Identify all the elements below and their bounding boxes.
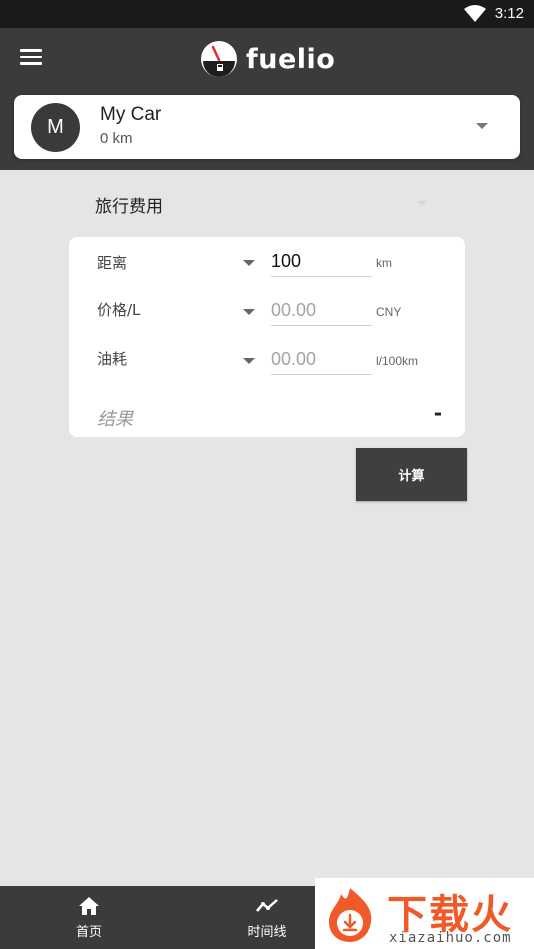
status-bar: 3:12 [0, 0, 534, 28]
car-selector[interactable]: M My Car 0 km [14, 95, 520, 159]
hamburger-menu-icon[interactable] [18, 45, 44, 69]
car-name: My Car [100, 104, 162, 125]
price-unit-dropdown-icon[interactable] [243, 309, 255, 315]
home-icon [79, 897, 99, 915]
fuel-gauge-icon [201, 41, 237, 77]
app-logo: fuelio [200, 40, 335, 78]
distance-label: 距离 [97, 254, 128, 272]
section-title: 旅行费用 [95, 197, 163, 217]
nav-home[interactable]: 首页 [58, 886, 120, 949]
consumption-unit-dropdown-icon[interactable] [243, 358, 255, 364]
consumption-input[interactable] [271, 345, 372, 375]
distance-unit: km [376, 256, 392, 270]
nav-timeline[interactable]: 时间线 [236, 886, 298, 949]
result-label: 结果 [97, 409, 133, 430]
wifi-icon [464, 5, 486, 22]
nav-timeline-label: 时间线 [247, 925, 287, 940]
brand-name: fuelio [246, 43, 336, 75]
status-time: 3:12 [494, 5, 524, 22]
timeline-icon [256, 899, 278, 912]
distance-unit-dropdown-icon[interactable] [243, 260, 255, 266]
car-odometer: 0 km [100, 130, 133, 147]
distance-input[interactable] [271, 247, 372, 277]
watermark: 下载火 xiazaihuo.com [315, 878, 534, 949]
price-label: 价格/L [97, 301, 141, 319]
price-input[interactable] [271, 296, 372, 326]
calculate-button[interactable]: 计算 [356, 448, 467, 501]
calculator-card: 距离 km 价格/L CNY 油耗 l/100km 结果 - [69, 237, 465, 437]
watermark-url: xiazaihuo.com [389, 930, 512, 946]
result-value: - [433, 401, 442, 425]
consumption-unit: l/100km [376, 354, 419, 368]
consumption-label: 油耗 [97, 350, 128, 368]
nav-home-label: 首页 [75, 925, 102, 940]
section-dropdown-icon[interactable] [417, 201, 427, 206]
chevron-down-icon[interactable] [476, 123, 488, 129]
price-unit: CNY [376, 305, 402, 319]
watermark-flame-icon [329, 888, 372, 942]
avatar: M [31, 103, 80, 152]
